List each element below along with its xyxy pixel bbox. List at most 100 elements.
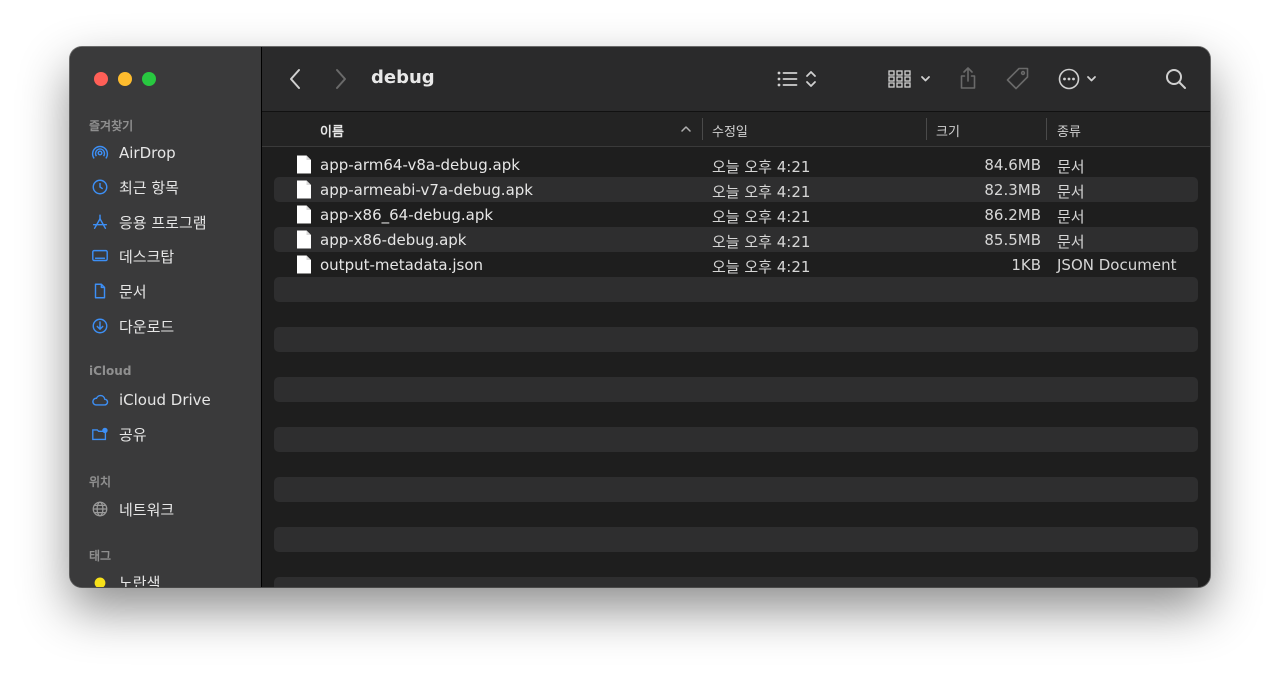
sidebar-item-documents[interactable]: 문서 bbox=[90, 278, 250, 304]
globe-icon bbox=[90, 499, 110, 519]
minimize-window-button[interactable] bbox=[118, 72, 132, 86]
sidebar-item-label: 네트워크 bbox=[119, 500, 175, 519]
file-date: 오늘 오후 4:21 bbox=[712, 158, 811, 176]
empty-row bbox=[274, 352, 1198, 377]
empty-row bbox=[274, 452, 1198, 477]
file-kind: 문서 bbox=[1057, 183, 1085, 201]
file-kind: 문서 bbox=[1057, 208, 1085, 226]
share-button[interactable] bbox=[958, 65, 978, 93]
sidebar-item-applications[interactable]: 응용 프로그램 bbox=[90, 209, 250, 235]
desktop-icon bbox=[90, 246, 110, 266]
yellow-tag-icon bbox=[90, 572, 110, 587]
sidebar-item-label: 문서 bbox=[119, 282, 147, 301]
sidebar-item-tag-yellow[interactable]: 노란색 bbox=[90, 569, 250, 587]
file-list: app-arm64-v8a-debug.apk 오늘 오후 4:21 84.6M… bbox=[274, 152, 1198, 587]
file-row[interactable]: app-armeabi-v7a-debug.apk 오늘 오후 4:21 82.… bbox=[274, 177, 1198, 202]
file-size: 1KB bbox=[1011, 256, 1041, 274]
empty-row bbox=[274, 477, 1198, 502]
sidebar-item-shared[interactable]: 공유 bbox=[90, 421, 250, 447]
file-name: app-arm64-v8a-debug.apk bbox=[320, 156, 520, 174]
file-row[interactable]: output-metadata.json 오늘 오후 4:21 1KB JSON… bbox=[274, 252, 1198, 277]
applications-icon bbox=[90, 212, 110, 232]
list-view-icon bbox=[777, 71, 816, 87]
finder-window: 즐겨찾기 AirDrop 최근 항목 응용 프로그램 데스크탑 문서 다운로드 … bbox=[70, 47, 1210, 587]
file-icon bbox=[297, 230, 311, 249]
chevron-left-icon bbox=[290, 69, 300, 89]
file-name: app-x86-debug.apk bbox=[320, 231, 467, 249]
search-button[interactable] bbox=[1164, 65, 1188, 93]
empty-row bbox=[274, 302, 1198, 327]
file-date: 오늘 오후 4:21 bbox=[712, 258, 811, 276]
file-date: 오늘 오후 4:21 bbox=[712, 233, 811, 251]
cloud-icon bbox=[90, 390, 110, 410]
column-header-date[interactable]: 수정일 bbox=[712, 121, 748, 140]
toolbar: debug bbox=[262, 47, 1210, 112]
sidebar-item-airdrop[interactable]: AirDrop bbox=[90, 140, 250, 166]
grid-icon bbox=[888, 70, 930, 88]
sidebar-section-icloud: iCloud bbox=[89, 364, 132, 378]
sidebar-item-label: 응용 프로그램 bbox=[119, 213, 207, 232]
ellipsis-circle-icon bbox=[1058, 68, 1096, 90]
sidebar-item-network[interactable]: 네트워크 bbox=[90, 496, 250, 522]
tag-icon bbox=[1006, 67, 1029, 90]
file-name: output-metadata.json bbox=[320, 256, 484, 274]
group-view-button[interactable] bbox=[888, 65, 934, 93]
back-button[interactable] bbox=[286, 65, 306, 93]
more-actions-button[interactable] bbox=[1058, 65, 1104, 93]
file-size: 82.3MB bbox=[984, 181, 1041, 199]
file-size: 84.6MB bbox=[984, 156, 1041, 174]
file-kind: JSON Document bbox=[1057, 256, 1177, 274]
sidebar-item-label: 데스크탑 bbox=[119, 247, 175, 266]
empty-row bbox=[274, 527, 1198, 552]
sidebar-item-icloud-drive[interactable]: iCloud Drive bbox=[90, 387, 250, 413]
sidebar-item-downloads[interactable]: 다운로드 bbox=[90, 313, 250, 339]
sidebar-item-recents[interactable]: 최근 항목 bbox=[90, 174, 250, 200]
file-row[interactable]: app-x86-debug.apk 오늘 오후 4:21 85.5MB 문서 bbox=[274, 227, 1198, 252]
file-date: 오늘 오후 4:21 bbox=[712, 183, 811, 201]
file-icon bbox=[297, 155, 311, 174]
close-window-button[interactable] bbox=[94, 72, 108, 86]
column-divider[interactable] bbox=[926, 118, 927, 140]
sidebar-section-tags: 태그 bbox=[89, 549, 112, 563]
file-row[interactable]: app-arm64-v8a-debug.apk 오늘 오후 4:21 84.6M… bbox=[274, 152, 1198, 177]
sidebar: 즐겨찾기 AirDrop 최근 항목 응용 프로그램 데스크탑 문서 다운로드 … bbox=[70, 47, 262, 587]
empty-row bbox=[274, 502, 1198, 527]
tag-button[interactable] bbox=[1004, 65, 1032, 93]
empty-row bbox=[274, 377, 1198, 402]
column-divider[interactable] bbox=[1046, 118, 1047, 140]
empty-row bbox=[274, 427, 1198, 452]
zoom-window-button[interactable] bbox=[142, 72, 156, 86]
shared-folder-icon bbox=[90, 424, 110, 444]
file-icon bbox=[297, 180, 311, 199]
file-size: 85.5MB bbox=[984, 231, 1041, 249]
airdrop-icon bbox=[90, 143, 110, 163]
file-name: app-armeabi-v7a-debug.apk bbox=[320, 181, 533, 199]
file-date: 오늘 오후 4:21 bbox=[712, 208, 811, 226]
empty-row bbox=[274, 577, 1198, 587]
forward-button[interactable] bbox=[330, 65, 350, 93]
file-name: app-x86_64-debug.apk bbox=[320, 206, 494, 224]
list-view-button[interactable] bbox=[776, 65, 824, 93]
file-icon bbox=[297, 255, 311, 274]
window-controls bbox=[94, 72, 156, 86]
empty-row bbox=[274, 552, 1198, 577]
file-row[interactable]: app-x86_64-debug.apk 오늘 오후 4:21 86.2MB 문… bbox=[274, 202, 1198, 227]
main-area: debug 이름 수정일 크기 종류 app-arm64-v8a-debug.a… bbox=[262, 47, 1210, 587]
column-header-name[interactable]: 이름 bbox=[320, 121, 344, 140]
column-header-size[interactable]: 크기 bbox=[936, 121, 960, 140]
sidebar-item-label: 최근 항목 bbox=[119, 178, 179, 197]
sidebar-section-favorites: 즐겨찾기 bbox=[89, 119, 134, 133]
sidebar-item-label: 다운로드 bbox=[119, 317, 175, 336]
sort-ascending-icon[interactable] bbox=[680, 123, 692, 135]
column-header-kind[interactable]: 종류 bbox=[1057, 121, 1081, 140]
search-icon bbox=[1166, 69, 1186, 89]
file-kind: 문서 bbox=[1057, 158, 1085, 176]
sidebar-item-label: 노란색 bbox=[119, 573, 161, 588]
sidebar-section-locations: 위치 bbox=[89, 475, 112, 489]
empty-row bbox=[274, 327, 1198, 352]
file-icon bbox=[297, 205, 311, 224]
sidebar-item-desktop[interactable]: 데스크탑 bbox=[90, 243, 250, 269]
column-header: 이름 수정일 크기 종류 bbox=[262, 112, 1210, 147]
column-divider[interactable] bbox=[702, 118, 703, 140]
sidebar-item-label: AirDrop bbox=[119, 144, 176, 162]
